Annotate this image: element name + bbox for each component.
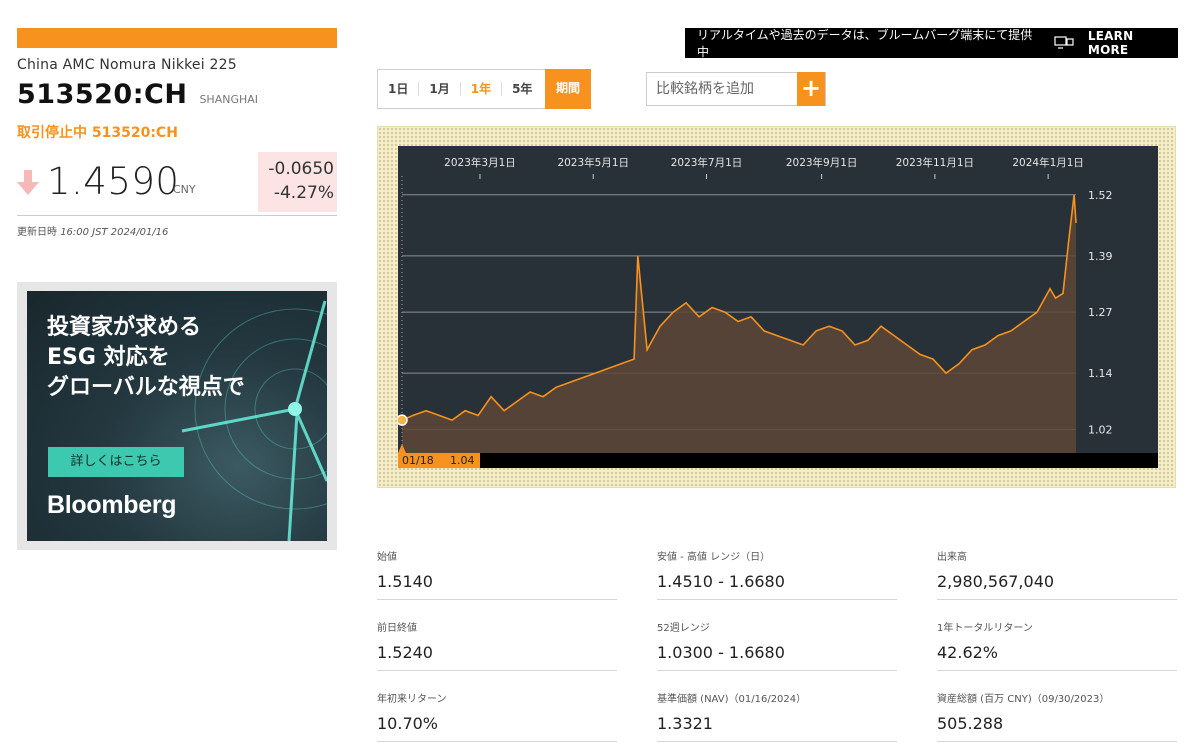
stat-label: 年初来リターン: [377, 694, 447, 705]
stat-value: 1.0300 - 1.6680: [657, 643, 785, 662]
bloomberg-logo: Bloomberg: [47, 491, 177, 519]
x-tick-label: 2023年11月1日: [896, 156, 974, 169]
cursor-value-label: 1.04: [450, 454, 475, 467]
ad-headline: 投資家が求める ESG 対応を グローバルな視点で: [47, 313, 245, 403]
stat-open: 始値 1.5140: [377, 548, 617, 600]
ticker-symbol: 513520:CH: [17, 79, 188, 110]
stat-1y-return: 1年トータルリターン 42.62%: [937, 619, 1177, 671]
price-row: 1.4590 CNY -0.0650 -4.27%: [17, 152, 337, 216]
compare-symbol-box: +: [646, 72, 826, 106]
currency-label: CNY: [173, 183, 196, 196]
chart-footer-bar: [398, 453, 1158, 468]
fund-name: China AMC Nomura Nikkei 225: [17, 57, 237, 73]
x-tick-label: 2023年9月1日: [786, 156, 858, 169]
stat-ytd-return: 年初来リターン 10.70%: [377, 690, 617, 742]
stat-value: 2,980,567,040: [937, 572, 1055, 591]
stat-value: 1.5140: [377, 572, 433, 591]
exchange-label: SHANGHAI: [199, 93, 259, 106]
quote-header: China AMC Nomura Nikkei 225 513520:CH SH…: [17, 28, 337, 238]
price-change: -0.0650: [268, 159, 334, 179]
updated-label: 更新日時: [17, 227, 57, 238]
stat-label: 安値 - 高値 レンジ（日）: [657, 552, 771, 563]
stat-volume: 出来高 2,980,567,040: [937, 548, 1177, 600]
stat-label: 基準価額 (NAV)（01/16/2024）: [657, 694, 807, 705]
updated-time: 16:00 JST 2024/01/16: [60, 227, 169, 238]
tab-custom-period[interactable]: 期間: [545, 69, 591, 109]
stat-52w-range: 52週レンジ 1.0300 - 1.6680: [657, 619, 897, 671]
x-tick-label: 2023年5月1日: [557, 156, 629, 169]
ad-headline-line: ESG 対応を: [47, 345, 170, 370]
tab-5y[interactable]: 5年: [502, 82, 542, 96]
tab-1y[interactable]: 1年: [461, 82, 503, 96]
stat-label: 1年トータルリターン: [937, 623, 1033, 634]
price-change-box: -0.0650 -4.27%: [258, 152, 337, 212]
y-tick-label: 1.02: [1088, 424, 1113, 437]
down-arrow-icon: [17, 170, 39, 195]
terminal-promo-text: リアルタイムや過去のデータは、ブルームバーグ端末にて提供中: [697, 28, 1033, 59]
y-tick-label: 1.14: [1088, 367, 1113, 380]
terminal-promo-banner[interactable]: リアルタイムや過去のデータは、ブルームバーグ端末にて提供中 LEARN MORE: [685, 28, 1178, 59]
stat-nav: 基準価額 (NAV)（01/16/2024） 1.3321: [657, 690, 897, 742]
price-chart[interactable]: 2023年3月1日 2023年5月1日 2023年7月1日 2023年9月1日 2023…: [398, 146, 1158, 468]
stat-value: 1.5240: [377, 643, 433, 662]
trading-halt-notice: 取引停止中 513520:CH: [17, 125, 178, 141]
last-updated: 更新日時 16:00 JST 2024/01/16: [17, 223, 337, 238]
add-compare-button[interactable]: +: [797, 72, 825, 106]
stat-value: 10.70%: [377, 714, 439, 733]
ad-headline-line: 投資家が求める: [47, 315, 202, 340]
ad-headline-line: グローバルな視点で: [47, 375, 245, 400]
stat-label: 始値: [377, 552, 397, 563]
stat-value: 505.288: [937, 714, 1004, 733]
ticker-row: 513520:CH SHANGHAI: [17, 79, 337, 110]
y-tick-label: 1.27: [1088, 306, 1113, 319]
x-tick-label: 2024年1月1日: [1012, 156, 1084, 169]
terminal-icon: [1054, 36, 1074, 49]
tab-1d[interactable]: 1日: [378, 82, 420, 96]
accent-bar: [17, 28, 337, 48]
stat-total-assets: 資産総額 (百万 CNY)（09/30/2023） 505.288: [937, 690, 1177, 742]
stat-prev-close: 前日終値 1.5240: [377, 619, 617, 671]
stat-label: 前日終値: [377, 623, 417, 634]
stat-label: 出来高: [937, 552, 967, 563]
advertisement-banner[interactable]: 投資家が求める ESG 対応を グローバルな視点で 詳しくはこちら Bloomb…: [27, 291, 327, 541]
x-tick-label: 2023年7月1日: [671, 156, 743, 169]
stat-day-range: 安値 - 高値 レンジ（日） 1.4510 - 1.6680: [657, 548, 897, 600]
last-price: 1.4590: [47, 160, 180, 203]
stat-value: 1.3321: [657, 714, 713, 733]
price-change-percent: -4.27%: [273, 183, 334, 203]
y-tick-label: 1.52: [1088, 189, 1113, 202]
y-tick-label: 1.39: [1088, 250, 1113, 263]
price-chart-frame: 2023年3月1日 2023年5月1日 2023年7月1日 2023年9月1日 2023…: [377, 126, 1176, 488]
cursor-dot: [398, 414, 408, 426]
stat-label: 資産総額 (百万 CNY)（09/30/2023）: [937, 694, 1110, 705]
time-range-tabs: 1日 1月 1年 5年 期間: [377, 69, 591, 109]
cursor-date-label: 01/18: [402, 454, 434, 467]
stat-value: 42.62%: [937, 643, 999, 662]
x-tick-label: 2023年3月1日: [444, 156, 516, 169]
advertisement-frame: 投資家が求める ESG 対応を グローバルな視点で 詳しくはこちら Bloomb…: [17, 282, 337, 550]
stat-label: 52週レンジ: [657, 623, 710, 634]
learn-more-link[interactable]: LEARN MORE: [1088, 29, 1178, 57]
compare-symbol-input[interactable]: [647, 73, 797, 105]
stat-value: 1.4510 - 1.6680: [657, 572, 785, 591]
tab-1m[interactable]: 1月: [419, 82, 461, 96]
ad-details-button[interactable]: 詳しくはこちら: [48, 447, 184, 477]
